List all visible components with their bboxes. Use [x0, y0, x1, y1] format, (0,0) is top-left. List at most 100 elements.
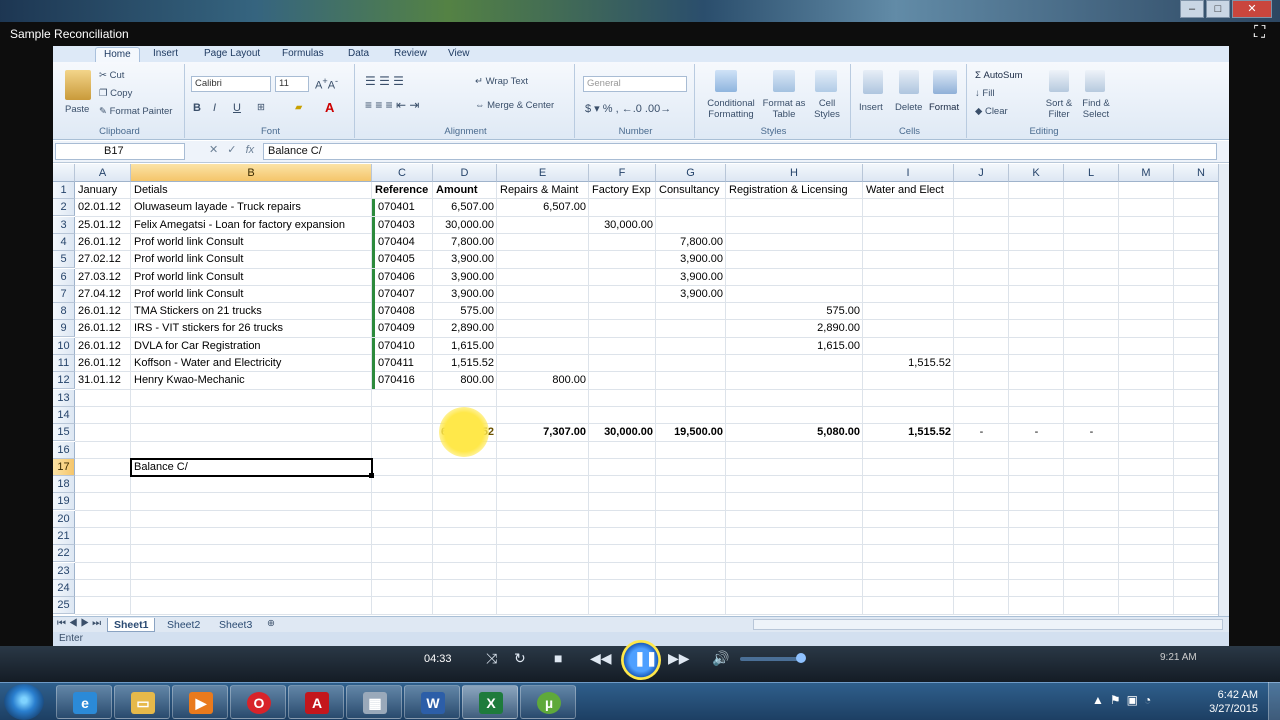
- amount-cell[interactable]: 3,900.00: [433, 269, 497, 286]
- description-cell[interactable]: Oluwaseum layade - Truck repairs: [131, 199, 372, 216]
- column-header-f[interactable]: F: [589, 164, 656, 182]
- cancel-icon[interactable]: ✕: [209, 144, 218, 156]
- amount-cell[interactable]: 6,507.00: [433, 199, 497, 216]
- minimize-button[interactable]: –: [1180, 0, 1204, 18]
- description-cell[interactable]: Felix Amegatsi - Loan for factory expans…: [131, 217, 372, 234]
- description-cell[interactable]: TMA Stickers on 21 trucks: [131, 303, 372, 320]
- reference-cell[interactable]: 070416: [372, 372, 433, 390]
- volume-knob[interactable]: [796, 653, 806, 663]
- row-header-1[interactable]: 1: [53, 182, 75, 199]
- date-cell[interactable]: 26.01.12: [75, 320, 131, 337]
- header-cell[interactable]: Amount: [433, 182, 497, 199]
- row-header-11[interactable]: 11: [53, 355, 75, 372]
- fill-handle[interactable]: [369, 473, 374, 479]
- row-header-17[interactable]: 17: [53, 458, 75, 476]
- column-header-b[interactable]: B: [131, 164, 372, 182]
- reference-cell[interactable]: 070403: [372, 216, 433, 234]
- column-header-c[interactable]: C: [372, 164, 433, 182]
- insert-sheet-icon[interactable]: ⊕: [267, 618, 275, 629]
- total-cell[interactable]: 30,000.00: [589, 424, 656, 441]
- fill-button[interactable]: ↓ Fill: [975, 88, 995, 99]
- category-amount-cell[interactable]: 1,515.52: [863, 355, 954, 372]
- copy-button[interactable]: ❐ Copy: [99, 88, 132, 99]
- category-amount-cell[interactable]: 575.00: [726, 303, 863, 320]
- amount-cell[interactable]: 30,000.00: [433, 217, 497, 234]
- date-cell[interactable]: 27.03.12: [75, 269, 131, 286]
- column-header-h[interactable]: H: [726, 164, 863, 182]
- row-header-10[interactable]: 10: [53, 337, 75, 355]
- sort-filter-button[interactable]: Sort & Filter: [1041, 98, 1077, 120]
- taskbar-excel[interactable]: X: [462, 685, 518, 719]
- description-cell[interactable]: DVLA for Car Registration: [131, 338, 372, 355]
- reference-cell[interactable]: 070408: [372, 303, 433, 321]
- align-left-icon[interactable]: ≡ ≡ ≡ ⇤ ⇥: [365, 98, 419, 112]
- description-cell[interactable]: Koffson - Water and Electricity: [131, 355, 372, 372]
- italic-icon[interactable]: I: [213, 102, 216, 114]
- column-header-m[interactable]: M: [1119, 164, 1174, 182]
- row-header-4[interactable]: 4: [53, 233, 75, 251]
- paste-button[interactable]: Paste: [65, 104, 89, 115]
- date-cell[interactable]: 31.01.12: [75, 372, 131, 389]
- category-amount-cell[interactable]: 6,507.00: [497, 199, 589, 216]
- border-icon[interactable]: ⊞: [257, 102, 265, 113]
- taskbar-opera[interactable]: O: [230, 685, 286, 719]
- header-cell[interactable]: Registration & Licensing: [726, 182, 863, 199]
- date-cell[interactable]: 27.04.12: [75, 286, 131, 303]
- fx-icon[interactable]: fx: [246, 144, 255, 156]
- wrap-text-button[interactable]: ↵ Wrap Text: [475, 76, 528, 87]
- total-dash-cell[interactable]: -: [1009, 424, 1064, 441]
- number-format-select[interactable]: General: [583, 76, 687, 92]
- header-cell[interactable]: Reference: [372, 182, 433, 199]
- close-button[interactable]: ✕: [1232, 0, 1272, 18]
- amount-cell[interactable]: 1,615.00: [433, 338, 497, 355]
- row-header-20[interactable]: 20: [53, 510, 75, 528]
- row-header-5[interactable]: 5: [53, 251, 75, 269]
- row-header-16[interactable]: 16: [53, 441, 75, 459]
- description-cell[interactable]: Henry Kwao-Mechanic: [131, 372, 372, 389]
- category-amount-cell[interactable]: 800.00: [497, 372, 589, 389]
- row-header-12[interactable]: 12: [53, 372, 75, 390]
- align-top-icon[interactable]: ☰ ☰ ☰: [365, 74, 404, 88]
- taskbar-clock[interactable]: 6:42 AM 3/27/2015: [1200, 688, 1258, 716]
- taskbar-acrobat[interactable]: A: [288, 685, 344, 719]
- format-as-table-button[interactable]: Format as Table: [761, 98, 807, 120]
- taskbar-explorer[interactable]: ▭: [114, 685, 170, 719]
- taskbar-ie[interactable]: e: [56, 685, 112, 719]
- category-amount-cell[interactable]: 3,900.00: [656, 269, 726, 286]
- cut-button[interactable]: ✂ Cut: [99, 70, 124, 81]
- start-button[interactable]: [4, 684, 44, 720]
- description-cell[interactable]: Prof world link Consult: [131, 269, 372, 286]
- rewind-icon[interactable]: ◀◀: [590, 650, 612, 667]
- amount-cell[interactable]: 2,890.00: [433, 320, 497, 337]
- column-header-a[interactable]: A: [75, 164, 131, 182]
- description-cell[interactable]: Prof world link Consult: [131, 286, 372, 303]
- date-cell[interactable]: 27.02.12: [75, 251, 131, 268]
- fullscreen-icon[interactable]: ⛶: [1254, 24, 1265, 42]
- row-header-3[interactable]: 3: [53, 216, 75, 234]
- total-cell[interactable]: 1,515.52: [863, 424, 954, 441]
- autosum-button[interactable]: Σ AutoSum: [975, 70, 1023, 81]
- amount-cell[interactable]: 3,900.00: [433, 286, 497, 303]
- maximize-button[interactable]: □: [1206, 0, 1230, 18]
- date-cell[interactable]: 26.01.12: [75, 355, 131, 372]
- reference-cell[interactable]: 070401: [372, 199, 433, 217]
- volume-icon[interactable]: 🔊: [712, 650, 729, 667]
- fast-forward-icon[interactable]: ▶▶: [668, 650, 690, 667]
- format-painter-button[interactable]: ✎ Format Painter: [99, 106, 172, 117]
- grow-font-icon[interactable]: A+A-: [315, 76, 338, 92]
- row-header-7[interactable]: 7: [53, 285, 75, 303]
- cell-styles-button[interactable]: Cell Styles: [809, 98, 845, 120]
- category-amount-cell[interactable]: 3,900.00: [656, 251, 726, 268]
- column-header-j[interactable]: J: [954, 164, 1009, 182]
- tab-page-layout[interactable]: Page Layout: [196, 47, 268, 62]
- paste-icon[interactable]: [65, 70, 91, 100]
- taskbar-media[interactable]: ▶: [172, 685, 228, 719]
- row-header-14[interactable]: 14: [53, 406, 75, 424]
- taskbar-utorrent[interactable]: µ: [520, 685, 576, 719]
- amount-cell[interactable]: 1,515.52: [433, 355, 497, 372]
- row-header-8[interactable]: 8: [53, 303, 75, 321]
- row-header-19[interactable]: 19: [53, 493, 75, 511]
- merge-center-button[interactable]: ⇔ Merge & Center: [475, 100, 554, 111]
- row-header-2[interactable]: 2: [53, 199, 75, 217]
- stop-icon[interactable]: ■: [554, 650, 562, 666]
